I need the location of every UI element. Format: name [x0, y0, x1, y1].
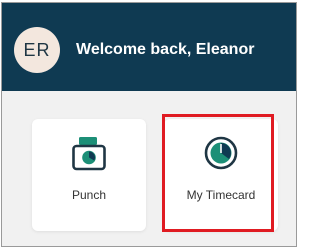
- punch-label: Punch: [71, 188, 107, 202]
- timecard-clock-icon: [204, 136, 238, 170]
- punch-tile[interactable]: Punch: [32, 119, 146, 231]
- welcome-header: ER Welcome back, Eleanor: [2, 3, 296, 91]
- app-frame: ER Welcome back, Eleanor Punch My Timeca…: [1, 2, 297, 247]
- avatar[interactable]: ER: [14, 27, 60, 73]
- my-timecard-tile[interactable]: My Timecard: [164, 119, 278, 231]
- welcome-message: Welcome back, Eleanor: [76, 41, 255, 58]
- punch-clock-icon: [72, 137, 106, 171]
- my-timecard-label: My Timecard: [186, 188, 256, 202]
